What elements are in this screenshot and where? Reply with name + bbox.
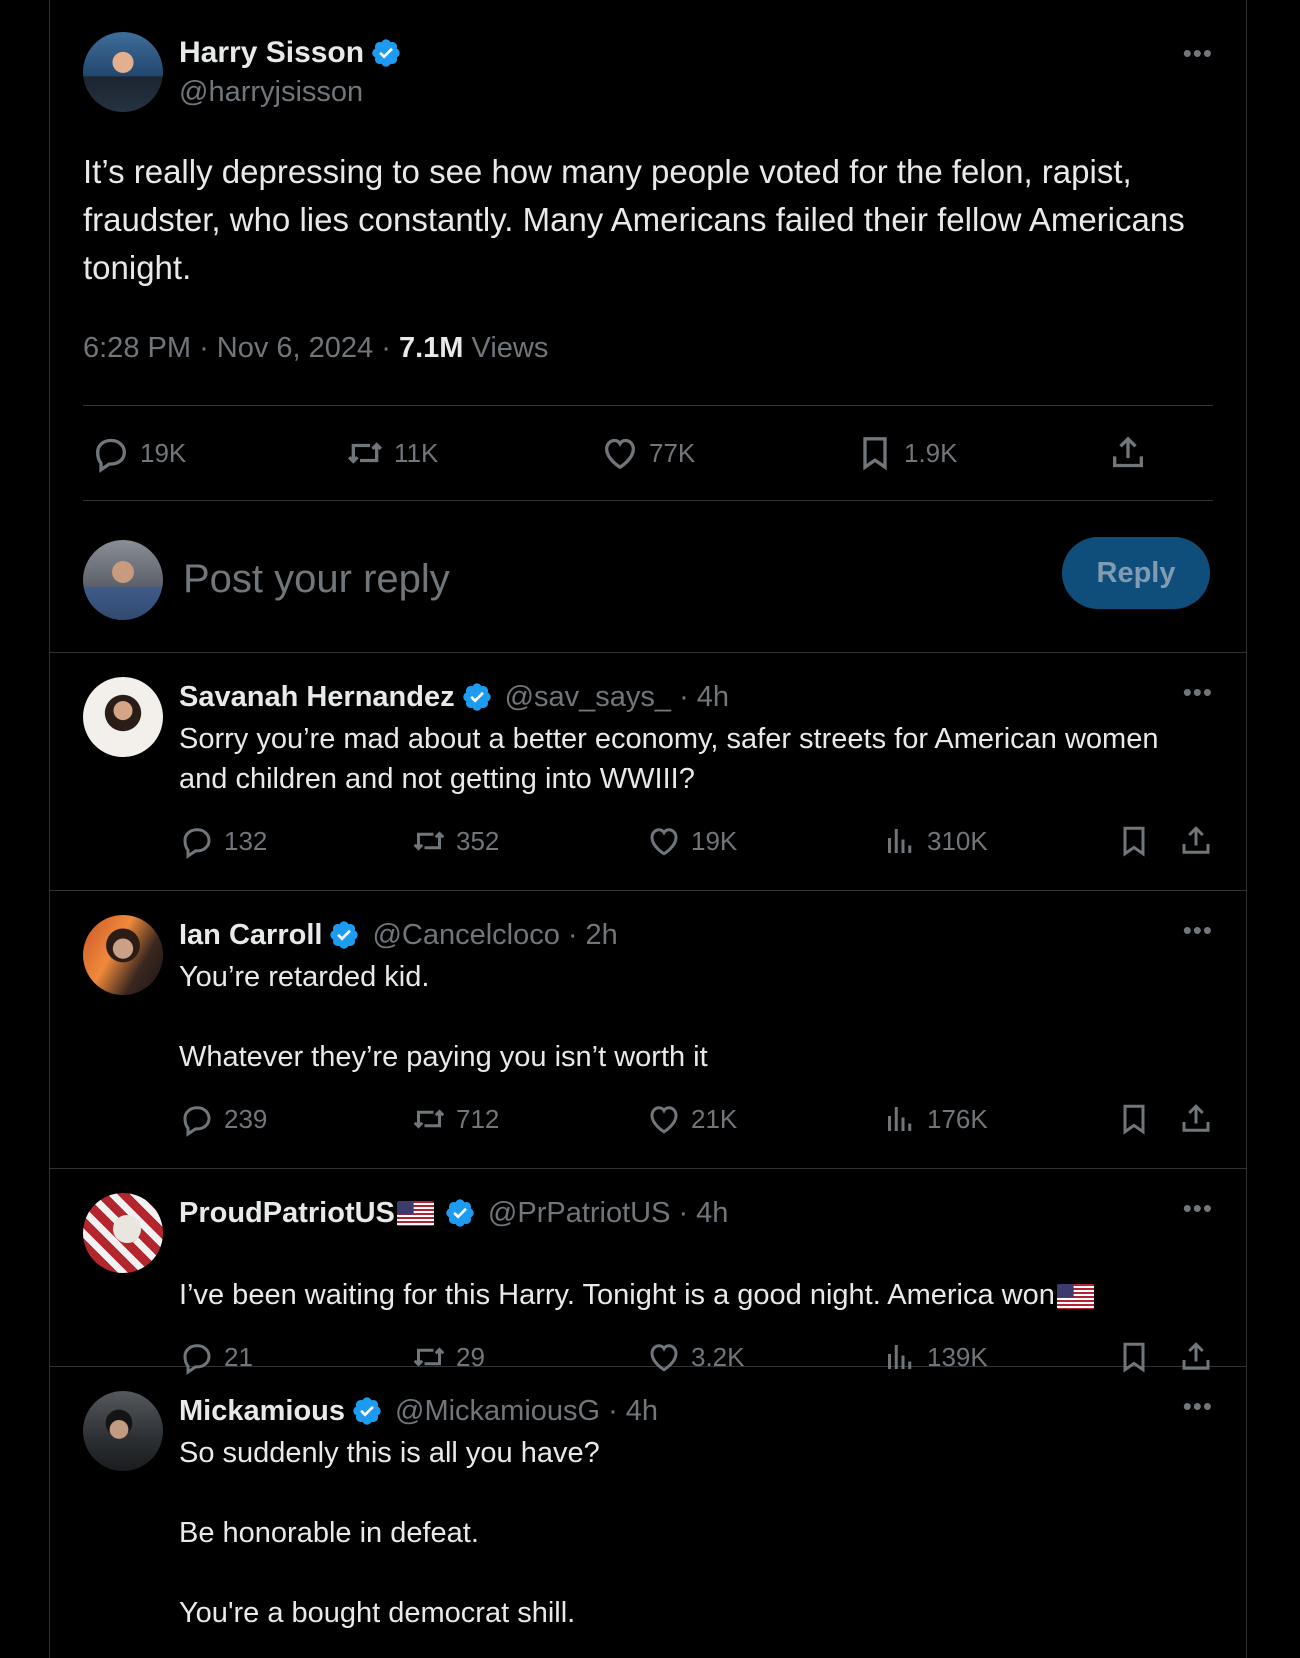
- reply-action-bar: 239 712 21K 176K: [179, 1077, 1213, 1167]
- avatar[interactable]: [83, 677, 163, 757]
- like-action[interactable]: 77K: [600, 433, 695, 473]
- post-age[interactable]: 4h: [626, 1395, 658, 1428]
- timeline-column: Harry Sisson @harryjsisson ••• It’s real…: [49, 0, 1247, 1658]
- reply-input[interactable]: Post your reply: [183, 557, 450, 602]
- reply-text: Sorry you’re mad about a better economy,…: [179, 723, 1159, 795]
- more-options-icon[interactable]: •••: [1183, 38, 1213, 69]
- verified-badge-icon: [330, 921, 359, 949]
- share-action[interactable]: [1178, 823, 1223, 859]
- post-text: It’s really depressing to see how many p…: [83, 153, 1185, 286]
- reply-post[interactable]: ProudPatriotUS @PrPatriotUS · 4h I’ve be…: [50, 1169, 1246, 1375]
- avatar[interactable]: [83, 1391, 163, 1471]
- repost-icon: [347, 442, 383, 464]
- author-handle[interactable]: @MickamiousG: [395, 1395, 600, 1428]
- bookmark-action[interactable]: 1.9K: [855, 433, 958, 473]
- repost-action[interactable]: 11K: [345, 433, 438, 473]
- reply-action-bar: 132 352 19K 310K: [179, 799, 1213, 889]
- more-options-icon[interactable]: •••: [1183, 1193, 1213, 1224]
- reply-post[interactable]: Savanah Hernandez @sav_says_ · 4h Sorry …: [50, 653, 1246, 891]
- heart-icon: [604, 438, 636, 470]
- author-handle[interactable]: @Cancelcloco: [372, 919, 559, 952]
- bookmark-action[interactable]: [1116, 1101, 1161, 1137]
- bookmark-icon: [863, 437, 887, 471]
- repost-icon: [413, 1109, 445, 1129]
- verified-badge-icon: [462, 683, 491, 711]
- more-options-icon[interactable]: •••: [1183, 1391, 1213, 1422]
- analytics-icon: [888, 1107, 912, 1131]
- avatar[interactable]: [83, 1193, 163, 1273]
- share-icon: [1182, 1104, 1210, 1132]
- avatar[interactable]: [83, 915, 163, 995]
- analytics-icon: [888, 829, 912, 853]
- reply-composer: Post your reply Reply: [83, 501, 1213, 658]
- share-icon: [1182, 826, 1210, 854]
- avatar[interactable]: [83, 32, 163, 112]
- share-action[interactable]: [1178, 1101, 1223, 1137]
- like-action[interactable]: 19K: [646, 823, 737, 859]
- repost-action[interactable]: 712: [411, 1101, 499, 1137]
- reply-icon: [95, 438, 127, 473]
- post-age[interactable]: 2h: [586, 919, 618, 952]
- bookmark-icon: [1123, 1104, 1145, 1135]
- repost-icon: [413, 831, 445, 851]
- more-options-icon[interactable]: •••: [1183, 677, 1213, 708]
- post-meta: 6:28 PM · Nov 6, 2024 · 7.1M Views: [83, 332, 549, 364]
- author-handle[interactable]: @sav_says_: [505, 681, 671, 714]
- avatar: [83, 539, 163, 620]
- share-icon: [1113, 436, 1143, 468]
- reply-icon: [183, 828, 211, 859]
- reply-post[interactable]: Mickamious @MickamiousG · 4h So suddenly…: [50, 1367, 1246, 1658]
- views-action[interactable]: 310K: [882, 823, 988, 859]
- author-name[interactable]: Ian Carroll: [179, 919, 322, 952]
- post-action-bar: 19K 11K 77K 1.9K: [83, 405, 1213, 501]
- author-handle[interactable]: @harryjsisson: [179, 76, 402, 109]
- post-time[interactable]: 6:28 PM: [83, 332, 191, 364]
- heart-icon: [650, 828, 678, 856]
- reply-text: I’ve been waiting for this Harry. Tonigh…: [179, 1279, 1055, 1311]
- heart-icon: [650, 1106, 678, 1134]
- author-name[interactable]: Savanah Hernandez: [179, 681, 455, 714]
- us-flag-icon: [1056, 1283, 1094, 1309]
- verified-badge-icon: [446, 1199, 474, 1227]
- reply-icon: [183, 1106, 211, 1137]
- reply-button[interactable]: Reply: [1062, 537, 1210, 609]
- bookmark-icon: [1123, 826, 1145, 857]
- verified-badge-icon: [353, 1397, 381, 1425]
- post-age[interactable]: 4h: [697, 681, 729, 714]
- share-action[interactable]: [1108, 433, 1157, 473]
- more-options-icon[interactable]: •••: [1183, 915, 1213, 946]
- views-count[interactable]: 7.1M: [399, 332, 463, 364]
- repost-action[interactable]: 352: [411, 823, 499, 859]
- post-date[interactable]: Nov 6, 2024: [217, 332, 373, 364]
- author-handle[interactable]: @PrPatriotUS: [488, 1197, 671, 1230]
- reply-action[interactable]: 19K: [91, 433, 186, 473]
- author-name[interactable]: Mickamious: [179, 1395, 345, 1428]
- us-flag-icon: [396, 1200, 434, 1226]
- reply-action[interactable]: 132: [179, 823, 267, 859]
- author-name[interactable]: ProudPatriotUS: [179, 1197, 395, 1230]
- views-label: Views: [471, 332, 549, 364]
- reply-text: So suddenly this is all you have? Be hon…: [179, 1437, 600, 1629]
- verified-badge-icon: [372, 38, 400, 67]
- author-name[interactable]: Harry Sisson: [179, 36, 364, 70]
- views-action[interactable]: 176K: [882, 1101, 988, 1137]
- reply-text: You’re retarded kid. Whatever they’re pa…: [179, 961, 708, 1073]
- post-age[interactable]: 4h: [696, 1197, 728, 1230]
- like-action[interactable]: 21K: [646, 1101, 737, 1137]
- main-post: Harry Sisson @harryjsisson ••• It’s real…: [50, 0, 1246, 653]
- reply-action[interactable]: 239: [179, 1101, 267, 1137]
- bookmark-action[interactable]: [1116, 823, 1161, 859]
- reply-post[interactable]: Ian Carroll @Cancelcloco · 2h You’re ret…: [50, 891, 1246, 1169]
